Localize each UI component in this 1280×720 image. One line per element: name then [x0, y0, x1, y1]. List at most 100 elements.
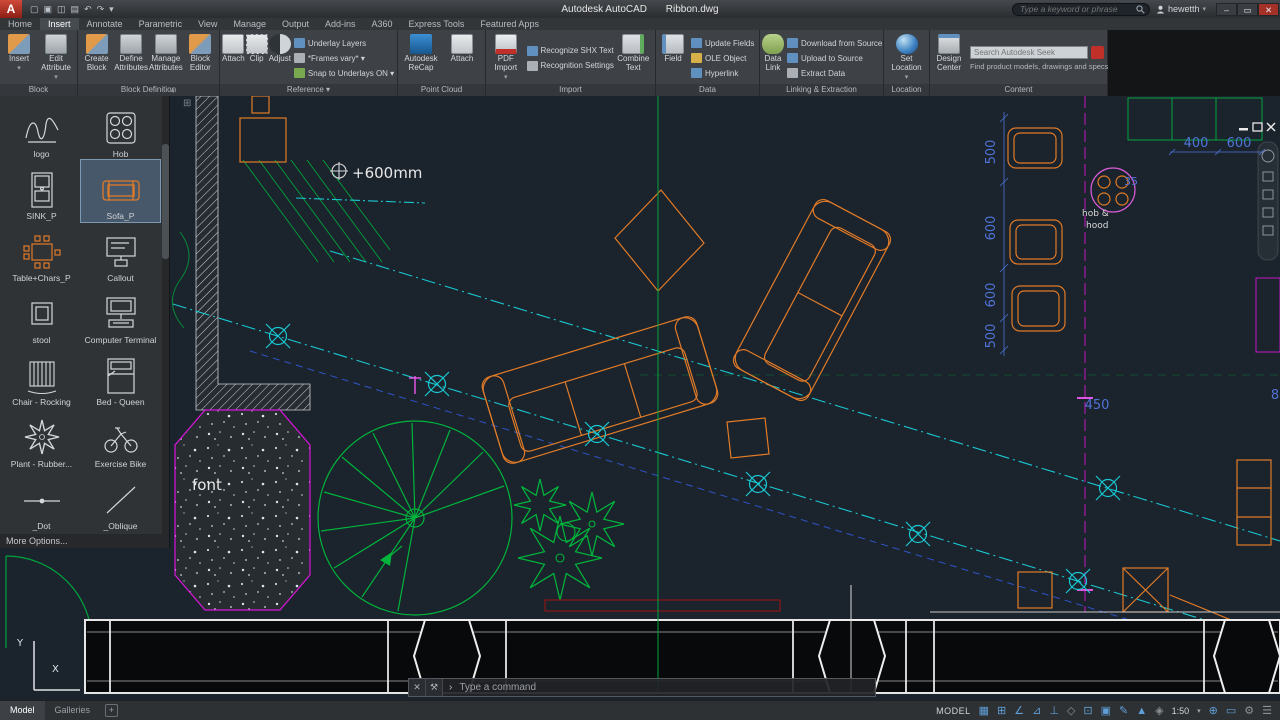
tab-output[interactable]: Output [274, 18, 317, 30]
recognition-settings-button[interactable]: Recognition Settings [525, 59, 614, 72]
data-link-button[interactable]: Data Link [762, 32, 784, 84]
palette-scrollbar[interactable] [162, 96, 169, 534]
palette-item-bed-queen[interactable]: Bed - Queen [81, 346, 160, 408]
palette-item-stool[interactable]: stool [2, 284, 81, 346]
panel-label-import[interactable]: Import [486, 84, 655, 96]
hardware-acceleration-icon[interactable]: ⚙ [1244, 701, 1254, 720]
attach-button[interactable]: Attach [222, 32, 245, 84]
tab-parametric[interactable]: Parametric [131, 18, 191, 30]
palette-item-chair-rocking[interactable]: Chair - Rocking [2, 346, 81, 408]
panel-label-data[interactable]: Data [656, 84, 759, 96]
create-block-button[interactable]: Create Block [80, 32, 113, 84]
autoscale-icon[interactable]: ◈ [1155, 701, 1163, 720]
command-line[interactable]: ✕ ⚒ › Type a command [408, 678, 876, 697]
quick-access-dropdown-icon[interactable]: ▾ [109, 0, 114, 18]
search-icon[interactable] [1136, 4, 1145, 14]
viewport-controls-icon[interactable]: ⊞ [183, 98, 191, 109]
minimize-button[interactable]: – [1216, 2, 1237, 16]
lineweight-icon[interactable]: ▣ [1101, 701, 1111, 720]
model-tab[interactable]: Model [0, 701, 45, 720]
keyword-search-input[interactable] [1011, 2, 1150, 16]
palette-item-sofa[interactable]: Sofa_P [80, 159, 161, 223]
panel-label-block-definition[interactable]: Block Definition [78, 84, 219, 96]
object-snap-icon[interactable]: ⊡ [1083, 701, 1092, 720]
save-icon[interactable]: ◫ [57, 0, 66, 18]
ole-object-button[interactable]: OLE Object [689, 52, 756, 65]
command-close-icon[interactable]: ✕ [409, 679, 426, 696]
define-attributes-button[interactable]: Define Attributes [114, 32, 148, 84]
close-button[interactable]: ✕ [1258, 2, 1279, 16]
plot-icon[interactable]: ▤ [71, 0, 80, 18]
panel-label-linking[interactable]: Linking & Extraction [760, 84, 883, 96]
object-snap-tracking-icon[interactable]: ◇ [1067, 701, 1075, 720]
grid-icon[interactable]: ▦ [979, 701, 989, 720]
maximize-button[interactable]: ▭ [1237, 2, 1258, 16]
palette-item-callout[interactable]: Callout [81, 222, 160, 284]
set-location-button[interactable]: Set Location ▾ [886, 32, 927, 84]
annotation-scale[interactable]: 1:50 [1172, 706, 1190, 716]
edit-attribute-dropdown-icon[interactable]: ▾ [54, 74, 58, 82]
panel-label-block[interactable]: Block [0, 84, 77, 96]
workspace-switching-icon[interactable]: ⊕ [1209, 701, 1218, 720]
pdf-import-button[interactable]: PDF Import ▾ [488, 32, 524, 84]
hyperlink-button[interactable]: Hyperlink [689, 67, 756, 80]
ortho-icon[interactable]: ⊥ [1049, 701, 1059, 720]
tab-manage[interactable]: Manage [225, 18, 274, 30]
design-center-button[interactable]: Design Center [932, 32, 966, 84]
insert-block-button[interactable]: Insert ▾ [2, 32, 36, 84]
concrete-column[interactable] [174, 409, 311, 611]
tab-home[interactable]: Home [0, 18, 40, 30]
signed-in-user[interactable]: hewetth ▾ [1156, 4, 1206, 14]
command-input[interactable]: Type a command [452, 682, 536, 693]
set-location-dropdown-icon[interactable]: ▾ [905, 74, 909, 82]
new-layout-button[interactable]: + [105, 704, 119, 717]
panel-label-point-cloud[interactable]: Point Cloud [398, 84, 485, 96]
panel-label-content[interactable]: Content [930, 84, 1107, 96]
snap-to-underlays-dropdown[interactable]: Snap to Underlays ON ▾ [292, 67, 396, 80]
palette-item-hob[interactable]: Hob [81, 98, 160, 160]
palette-item-sink[interactable]: SINK_P [2, 160, 81, 222]
palette-item-dot[interactable]: _Dot [2, 470, 81, 532]
panel-label-reference[interactable]: Reference ▾ [220, 84, 397, 96]
galleries-tab[interactable]: Galleries [45, 701, 101, 720]
panel-label-location[interactable]: Location [884, 84, 929, 96]
clip-button[interactable]: Clip [245, 32, 268, 84]
new-icon[interactable]: ▢ [30, 0, 39, 18]
undo-icon[interactable]: ↶ [84, 0, 92, 18]
tab-a360[interactable]: A360 [364, 18, 401, 30]
frames-dropdown[interactable]: *Frames vary* ▾ [292, 52, 396, 65]
palette-more-options[interactable]: More Options... [0, 534, 169, 548]
upload-to-source-button[interactable]: Upload to Source [785, 52, 884, 65]
command-tools-icon[interactable]: ⚒ [426, 679, 443, 696]
insert-dropdown-icon[interactable]: ▾ [17, 65, 21, 73]
customize-icon[interactable]: ☰ [1262, 701, 1272, 720]
palette-item-computer-terminal[interactable]: Computer Terminal [81, 284, 160, 346]
scale-dropdown-icon[interactable]: ▾ [1197, 707, 1201, 715]
autodesk-recap-button[interactable]: Autodesk ReCap [400, 32, 442, 84]
seek-go-icon[interactable] [1091, 45, 1104, 59]
palette-scrollbar-thumb[interactable] [162, 144, 169, 259]
tab-addins[interactable]: Add-ins [317, 18, 364, 30]
tab-featured-apps[interactable]: Featured Apps [472, 18, 547, 30]
tab-annotate[interactable]: Annotate [79, 18, 131, 30]
update-fields-button[interactable]: Update Fields [689, 37, 756, 50]
tab-view[interactable]: View [190, 18, 225, 30]
open-icon[interactable]: ▣ [44, 0, 53, 18]
dynamic-input-icon[interactable]: ✎ [1119, 701, 1128, 720]
block-editor-button[interactable]: Block Editor [184, 32, 217, 84]
tab-insert[interactable]: Insert [40, 18, 79, 30]
combine-text-button[interactable]: Combine Text [614, 32, 653, 84]
snap-icon[interactable]: ⊞ [997, 701, 1006, 720]
manage-attributes-button[interactable]: Manage Attributes [149, 32, 183, 84]
pdf-import-dropdown-icon[interactable]: ▾ [504, 74, 508, 82]
tab-express-tools[interactable]: Express Tools [401, 18, 473, 30]
recognize-shx-text-button[interactable]: Recognize SHX Text [525, 44, 614, 57]
underlay-layers-button[interactable]: Underlay Layers [292, 37, 396, 50]
field-button[interactable]: Field [658, 32, 688, 84]
redo-icon[interactable]: ↷ [97, 0, 105, 18]
extract-data-button[interactable]: Extract Data [785, 67, 884, 80]
download-from-source-button[interactable]: Download from Source [785, 37, 884, 50]
drawing-minimize-icon[interactable] [1239, 128, 1248, 131]
polar-tracking-icon[interactable]: ∠ [1014, 701, 1024, 720]
app-logo[interactable]: A [0, 0, 22, 18]
